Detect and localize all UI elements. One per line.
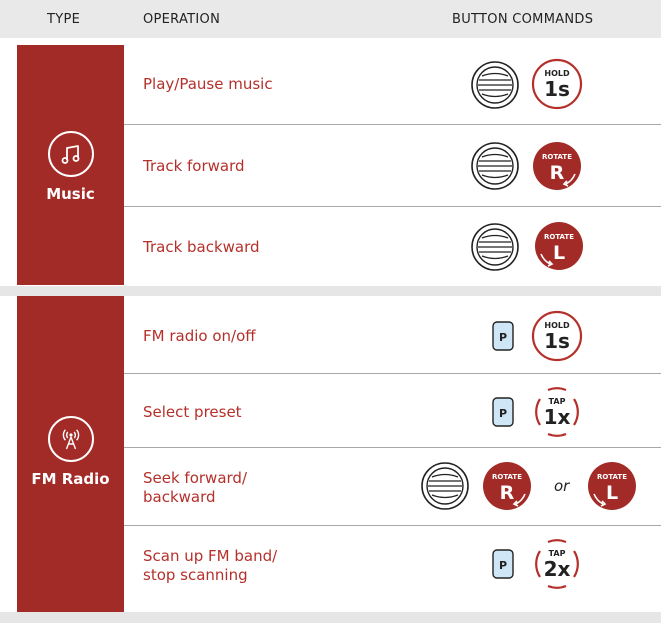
operation-scan-line-1: Scan up FM band/ [143,547,278,565]
type-label-music: Music [46,185,95,203]
row-divider [124,373,661,374]
hold-1s-badge: HOLD 1s [530,309,584,363]
command-table: { "header": { "type": "TYPE", "operation… [0,0,661,623]
badge-main-text: 1x [544,405,571,429]
table-footer-bar [0,612,661,623]
operation-select-preset: Select preset [143,403,242,421]
music-note-icon [47,131,94,177]
badge-top-text: ROTATE [597,473,627,481]
type-cell-music: Music [17,45,124,285]
badge-top-text: ROTATE [544,233,574,241]
header-operation: OPERATION [143,12,221,27]
p-button-label: P [499,407,507,420]
type-cell-fm-radio: FM Radio [17,296,124,612]
table-header: TYPE OPERATION BUTTON COMMANDS [0,0,661,38]
tap-2x-badge: TAP 2x [530,537,584,591]
jog-dial-icon [470,222,520,272]
p-button-icon: P [492,397,514,427]
operation-play-pause: Play/Pause music [143,75,273,93]
row-divider [124,447,661,448]
badge-top-text: ROTATE [492,473,522,481]
hold-1s-badge: HOLD 1s [530,57,584,111]
row-divider [124,124,661,125]
row-divider [124,206,661,207]
badge-main-text: 1s [544,77,570,101]
rotate-right-badge: ROTATE R [480,459,536,515]
or-text: or [554,477,570,495]
jog-dial-icon [470,60,520,110]
jog-dial-icon [420,461,470,511]
badge-main-text: R [550,162,565,184]
badge-main-text: 1s [544,329,570,353]
badge-main-text: L [553,242,565,264]
row-divider [124,525,661,526]
p-button-icon: P [492,321,514,351]
type-label-fm-radio: FM Radio [31,470,110,488]
rotate-left-badge: ROTATE L [530,219,586,275]
tap-1x-badge: TAP 1x [530,385,584,439]
p-button-label: P [499,331,507,344]
badge-main-text: 2x [544,557,571,581]
operation-track-backward: Track backward [143,238,260,256]
header-type: TYPE [47,12,81,27]
header-button-commands: BUTTON COMMANDS [452,12,594,27]
operation-seek-line-2: backward [143,488,216,506]
operation-track-forward: Track forward [143,157,245,175]
rotate-right-badge: ROTATE R [530,139,586,195]
p-button-icon: P [492,549,514,579]
badge-main-text: L [606,482,618,504]
radio-antenna-icon [47,416,94,462]
operation-seek-line-1: Seek forward/ [143,469,247,487]
jog-dial-icon [470,141,520,191]
badge-main-text: R [500,482,515,504]
badge-top-text: ROTATE [542,153,572,161]
section-divider [0,286,661,296]
p-button-label: P [499,559,507,572]
operation-scan-line-2: stop scanning [143,566,248,584]
operation-fm-on-off: FM radio on/off [143,327,256,345]
rotate-left-badge: ROTATE L [583,459,639,515]
